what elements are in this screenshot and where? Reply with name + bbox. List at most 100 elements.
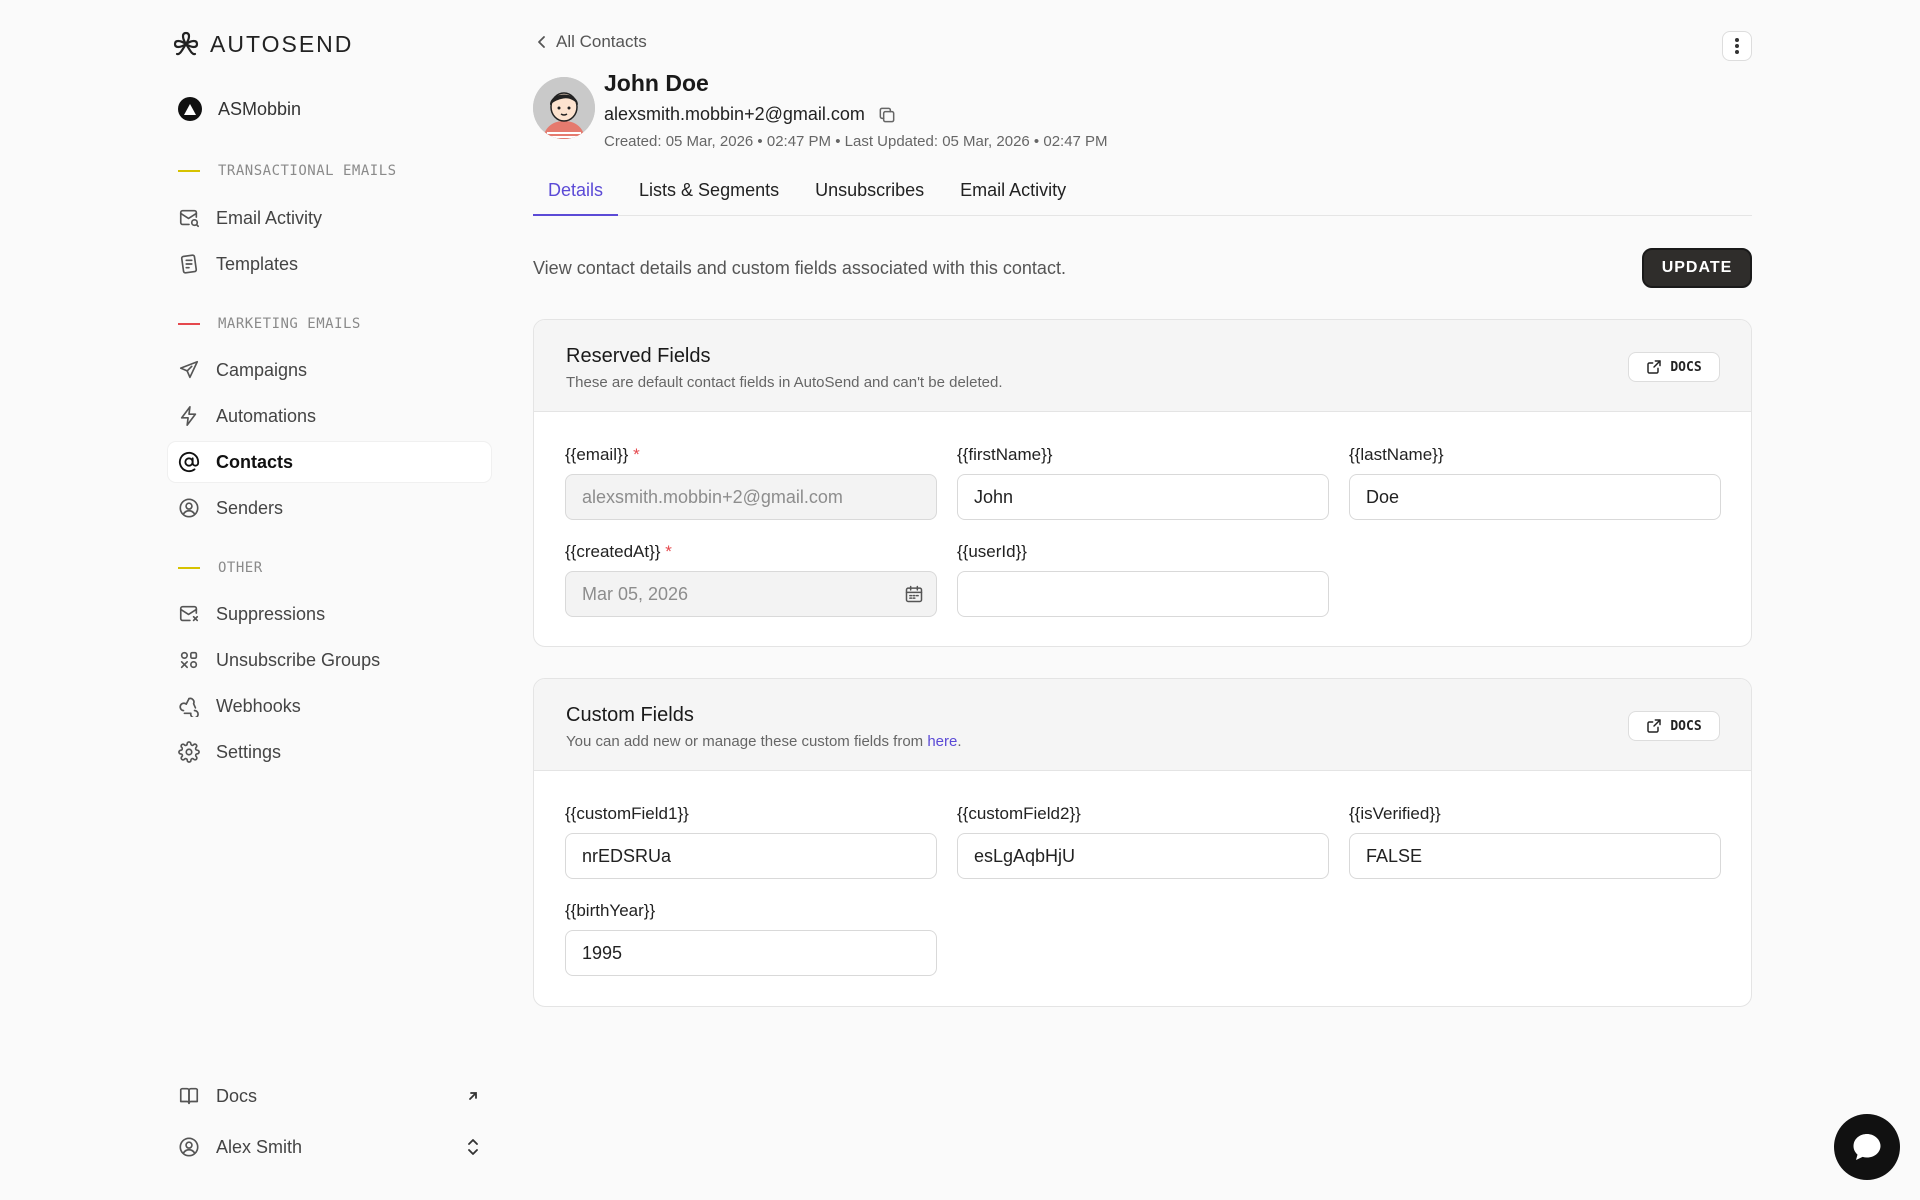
docs-label: DOCS [1670,359,1702,375]
sidebar-item-label: Email Activity [216,207,323,228]
sidebar-item-settings[interactable]: Settings [168,732,491,772]
external-link-icon [1647,719,1662,733]
at-icon [178,451,200,473]
workspace-icon [178,97,202,121]
user-circle-icon [179,498,199,518]
avatar-illustration-icon [533,77,595,139]
date-value: Mar 05, 2026 [582,583,689,604]
card-title: Reserved Fields [566,345,711,367]
webhook-icon [179,697,199,717]
page-description: View contact details and custom fields a… [533,258,1066,278]
sidebar-item-email-activity[interactable]: Email Activity [168,198,491,238]
sidebar-item-suppressions[interactable]: Suppressions [168,594,491,634]
isverified-field[interactable]: FALSE [1349,833,1721,879]
dots-vertical-icon [1735,38,1739,54]
customfield2-label: {{customField2}} [957,804,1081,823]
customfield1-field[interactable]: nrEDSRUa [565,833,937,879]
tab-lists-segments[interactable]: Lists & Segments [624,178,794,216]
contact-email: alexsmith.mobbin+2@gmail.com [604,104,865,124]
sidebar-docs-link[interactable]: Docs [178,1085,480,1107]
birthyear-label: {{birthYear}} [565,901,656,920]
customfield1-label: {{customField1}} [565,804,689,823]
lastname-field-label: {{lastName}} [1349,445,1444,464]
card-header: Custom Fields You can add new or manage … [534,679,1751,771]
back-label: All Contacts [556,32,647,51]
mail-x-icon [179,605,199,622]
lastname-field[interactable]: Doe [1349,474,1721,520]
sidebar-item-label: Senders [216,497,284,518]
user-name: Alex Smith [216,1136,303,1157]
required-marker: * [665,542,672,561]
tab-details[interactable]: Details [533,178,619,216]
sidebar-item-unsubscribe-groups[interactable]: Unsubscribe Groups [168,640,491,680]
sidebar-item-label: Contacts [216,451,294,472]
tab-unsubscribes[interactable]: Unsubscribes [800,178,939,216]
workspace-name: ASMobbin [218,98,302,119]
reserved-docs-button[interactable]: DOCS [1628,352,1720,382]
section-label: OTHER [218,560,263,576]
section-marketing: MARKETING EMAILS [178,316,361,332]
calendar-icon[interactable] [904,584,924,604]
card-subtitle: You can add new or manage these custom f… [566,733,962,750]
bolt-icon [180,406,197,426]
firstname-field[interactable]: John [957,474,1329,520]
sidebar-item-label: Templates [216,253,299,274]
sidebar-item-label: Campaigns [216,359,308,380]
chat-bubble-icon [1853,1134,1881,1160]
autosend-logo-icon [173,31,199,56]
email-field-label: {{email}} * [565,445,640,465]
sidebar-item-label: Automations [216,405,317,426]
section-marker [178,567,200,569]
sidebar-item-label: Unsubscribe Groups [216,649,381,670]
subtitle-text: You can add new or manage these custom f… [566,733,928,750]
sidebar-item-automations[interactable]: Automations [168,396,491,436]
update-button[interactable]: UPDATE [1642,248,1752,288]
sidebar-item-label: Suppressions [216,603,326,624]
section-marker [178,323,200,325]
sidebar: AUTOSEND ASMobbin TRANSACTIONAL EMAILS E… [0,0,500,1200]
contact-timestamps: Created: 05 Mar, 2026 • 02:47 PM • Last … [604,133,1108,150]
card-subtitle: These are default contact fields in Auto… [566,374,1003,391]
contact-email-row: alexsmith.mobbin+2@gmail.com [604,104,897,125]
section-label: TRANSACTIONAL EMAILS [218,163,397,179]
copy-icon[interactable] [877,105,897,125]
email-field[interactable]: alexsmith.mobbin+2@gmail.com [565,474,937,520]
workspace-switcher[interactable]: ASMobbin [178,97,301,121]
userid-field-label: {{userId}} [957,542,1027,561]
contact-tabs: Details Lists & Segments Unsubscribes Em… [533,178,1752,216]
sidebar-item-webhooks[interactable]: Webhooks [168,686,491,726]
card-title: Custom Fields [566,704,694,726]
firstname-field-label: {{firstName}} [957,445,1053,464]
manage-custom-fields-link[interactable]: here [927,733,957,750]
isverified-label: {{isVerified}} [1349,804,1441,823]
chevron-updown-icon [468,1139,478,1155]
external-link-icon [1647,360,1662,374]
custom-docs-button[interactable]: DOCS [1628,711,1720,741]
sidebar-item-contacts[interactable]: Contacts [168,442,491,482]
external-arrow-icon [469,1092,477,1100]
userid-field[interactable] [957,571,1329,617]
sidebar-item-campaigns[interactable]: Campaigns [168,350,491,390]
section-label: MARKETING EMAILS [218,316,361,332]
gear-icon [178,741,200,763]
user-menu[interactable]: Alex Smith [178,1136,480,1158]
sidebar-item-templates[interactable]: Templates [168,244,491,284]
chat-widget-button[interactable] [1834,1114,1900,1180]
customfield2-field[interactable]: esLgAqbHjU [957,833,1329,879]
custom-fields-card: Custom Fields You can add new or manage … [533,678,1752,1007]
tab-email-activity[interactable]: Email Activity [945,178,1081,216]
back-to-contacts-link[interactable]: All Contacts [536,32,647,52]
sidebar-item-label: Webhooks [216,695,301,716]
birthyear-field[interactable]: 1995 [565,930,937,976]
label-text: {{createdAt}} [565,542,661,561]
templates-icon [180,254,198,274]
groups-icon [180,651,198,669]
docs-label: Docs [216,1085,258,1106]
brand-logo[interactable]: AUTOSEND [172,30,353,58]
required-marker: * [633,445,640,464]
createdat-field[interactable]: Mar 05, 2026 [565,571,937,617]
user-circle-icon [179,1137,199,1157]
mail-search-icon [179,209,199,228]
more-options-button[interactable] [1722,31,1752,61]
sidebar-item-senders[interactable]: Senders [168,488,491,528]
